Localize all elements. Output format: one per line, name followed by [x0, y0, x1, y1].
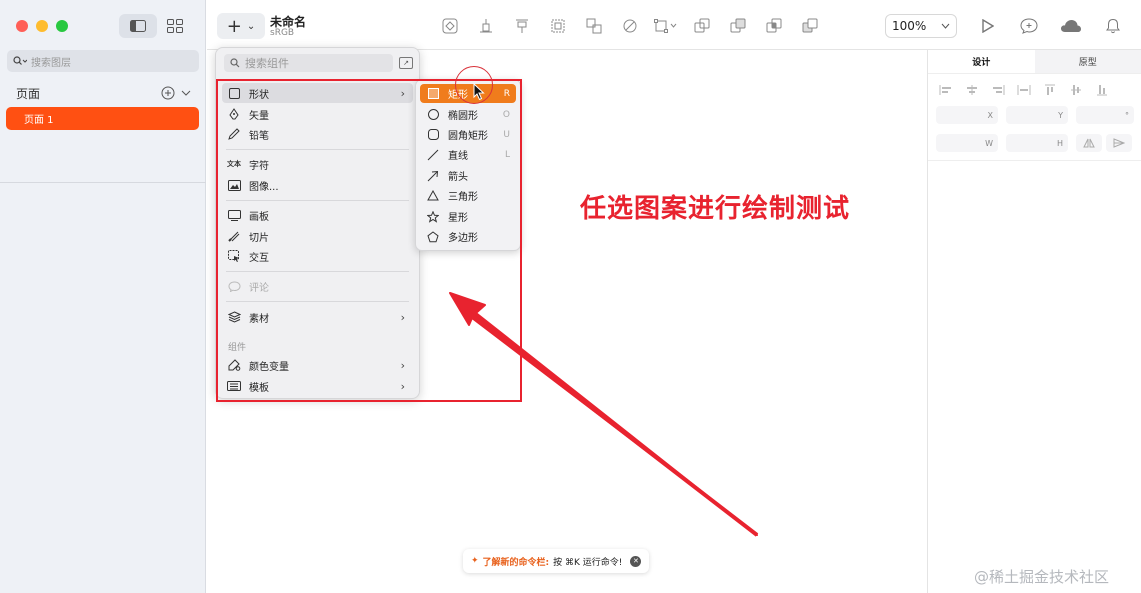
sparkle-icon: ✦	[471, 556, 479, 566]
annotation-arrow	[449, 292, 759, 537]
annotation-highlight-box	[216, 79, 522, 402]
annotation-text: 任选图案进行绘制测试	[580, 194, 851, 224]
command-bar-tip[interactable]: ✦ 了解新的命令栏: 按 ⌘K 运行命令! ✕	[463, 549, 650, 573]
component-search: 搜索组件 ↗	[224, 54, 413, 72]
app-window: 搜索图层 页面 页面 1 + ⌄ 未命名 sRGB 100% 设计 原型 X Y…	[0, 0, 1141, 593]
tip-text: 按 ⌘K 运行命令!	[553, 557, 623, 568]
component-search-placeholder: 搜索组件	[245, 57, 289, 70]
tip-highlight: 了解新的命令栏:	[482, 557, 550, 568]
open-library-icon[interactable]: ↗	[399, 57, 413, 69]
component-search-input[interactable]: 搜索组件	[224, 54, 393, 72]
close-icon[interactable]: ✕	[630, 555, 642, 567]
search-icon	[230, 58, 240, 68]
mouse-cursor-icon	[473, 83, 485, 101]
watermark: @稀土掘金技术社区	[974, 568, 1110, 586]
